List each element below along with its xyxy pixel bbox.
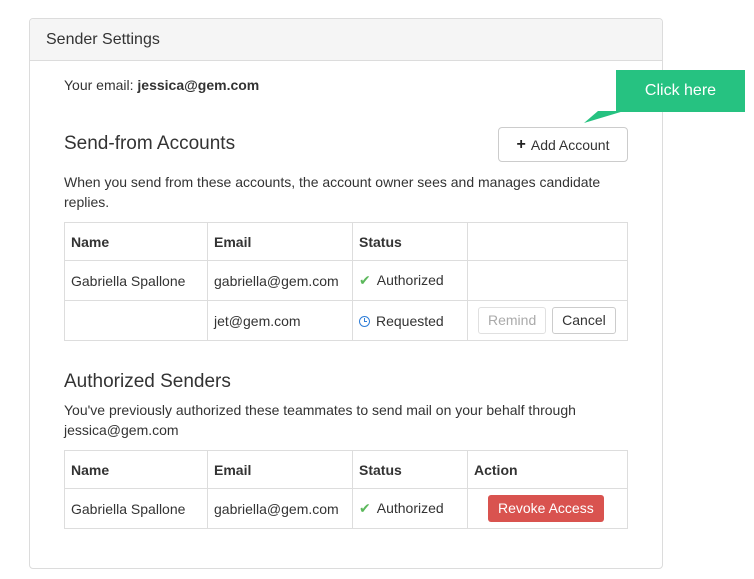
table-header-row: Name Email Status Action <box>64 450 628 489</box>
column-header-name: Name <box>64 222 208 261</box>
row-status: ✔ Authorized <box>352 488 468 529</box>
row-email: gabriella@gem.com <box>207 260 353 301</box>
your-email-line: Your email: jessica@gem.com <box>64 77 259 93</box>
row-actions: Revoke Access <box>467 488 628 529</box>
column-header-action: Action <box>467 450 628 489</box>
check-icon: ✔ <box>359 500 371 516</box>
status-text: Authorized <box>376 272 444 288</box>
sender-settings-panel: Sender Settings Your email: jessica@gem.… <box>29 18 663 569</box>
callout-label: Click here <box>644 82 717 99</box>
table-row: Gabriella Spallone gabriella@gem.com ✔ Au… <box>64 260 628 301</box>
add-account-label: Add Account <box>530 136 610 153</box>
add-account-button[interactable]: + Add Account <box>498 127 628 162</box>
send-from-title: Send-from Accounts <box>64 133 236 154</box>
table-row: jet@gem.com Requested Remind Cancel <box>64 300 628 341</box>
authorized-senders-title: Authorized Senders <box>64 371 231 392</box>
column-header-actions <box>467 222 628 261</box>
your-email-label: Your email: <box>64 77 134 93</box>
panel-title: Sender Settings <box>46 30 160 48</box>
table-header-row: Name Email Status <box>64 222 628 261</box>
clock-icon <box>359 315 370 327</box>
panel-header: Sender Settings <box>30 19 662 61</box>
column-header-email: Email <box>207 222 353 261</box>
callout-pointer <box>584 111 624 123</box>
column-header-status: Status <box>352 222 468 261</box>
row-email: gabriella@gem.com <box>207 488 353 529</box>
plus-icon: + <box>516 135 526 153</box>
column-header-status: Status <box>352 450 468 489</box>
status-text: Authorized <box>376 500 444 516</box>
row-email: jet@gem.com <box>207 300 353 341</box>
row-actions: Remind Cancel <box>467 300 628 341</box>
row-name: Gabriella Spallone <box>64 488 208 529</box>
authorized-senders-description: You've previously authorized these teamm… <box>64 402 576 438</box>
click-here-callout: Click here <box>616 70 745 112</box>
send-from-description: When you send from these accounts, the a… <box>64 174 601 210</box>
send-from-table: Name Email Status Gabriella Spallone gab… <box>64 222 628 341</box>
cancel-button[interactable]: Cancel <box>552 307 616 334</box>
status-text: Requested <box>376 312 444 329</box>
row-name: Gabriella Spallone <box>64 260 208 301</box>
authorized-senders-table: Name Email Status Action Gabriella Spall… <box>64 450 628 529</box>
column-header-name: Name <box>64 450 208 489</box>
your-email-value: jessica@gem.com <box>137 77 260 93</box>
row-status: Requested <box>352 300 468 341</box>
row-status: ✔ Authorized <box>352 260 468 301</box>
table-row: Gabriella Spallone gabriella@gem.com ✔ Au… <box>64 488 628 529</box>
remind-button[interactable]: Remind <box>478 307 547 334</box>
column-header-email: Email <box>207 450 353 489</box>
callout-pointer-shape <box>584 111 624 123</box>
row-name <box>64 300 208 341</box>
revoke-access-button[interactable]: Revoke Access <box>488 495 604 522</box>
check-icon: ✔ <box>359 272 371 288</box>
row-actions <box>467 260 628 301</box>
